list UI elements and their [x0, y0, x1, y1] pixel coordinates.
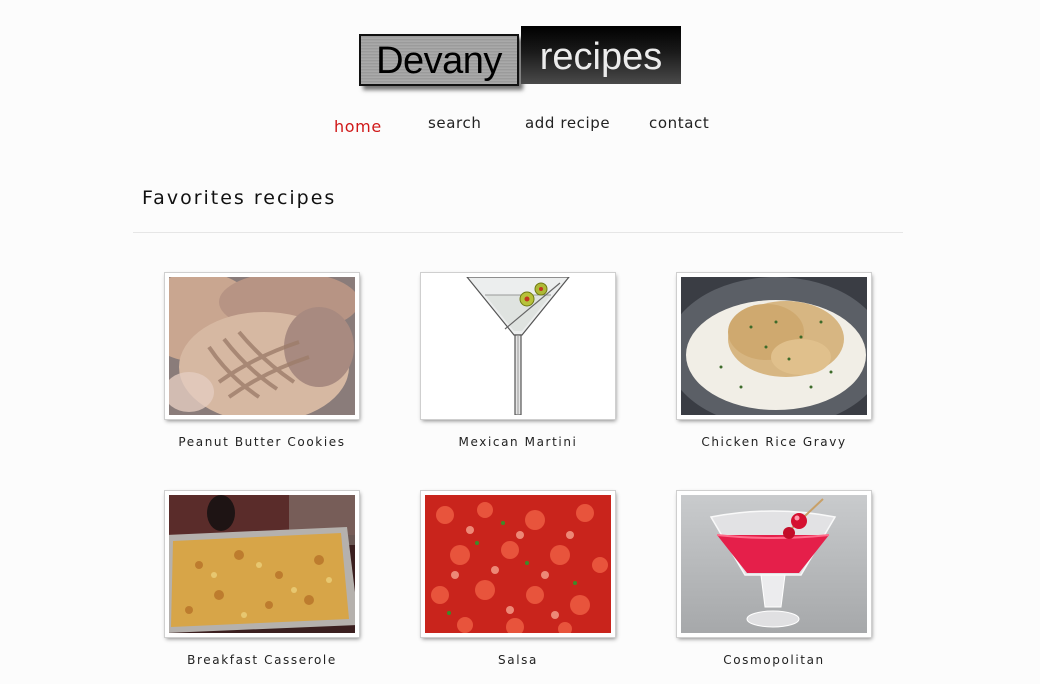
- recipe-title[interactable]: Mexican Martini: [391, 435, 645, 449]
- nav-contact-link[interactable]: contact: [649, 114, 709, 132]
- cosmopolitan-image: [681, 495, 867, 633]
- recipe-thumbnail-chicken-rice-gravy[interactable]: [677, 273, 871, 419]
- recipe-thumbnail-breakfast-casserole[interactable]: [165, 491, 359, 637]
- section-divider: [133, 232, 903, 233]
- recipe-title[interactable]: Peanut Butter Cookies: [135, 435, 389, 449]
- breakfast-casserole-image: [169, 495, 355, 633]
- nav-home-link[interactable]: home: [334, 117, 382, 136]
- recipe-title[interactable]: Salsa: [391, 653, 645, 667]
- nav-search-link[interactable]: search: [428, 114, 481, 132]
- recipe-thumbnail-peanut-butter-cookies[interactable]: [165, 273, 359, 419]
- peanut-butter-cookies-image: [169, 277, 355, 415]
- page: Devany recipes home search add recipe co…: [0, 0, 1040, 684]
- chicken-rice-gravy-image: [681, 277, 867, 415]
- recipe-thumbnail-mexican-martini[interactable]: [421, 273, 615, 419]
- logo-recipes-text: recipes: [521, 26, 681, 84]
- recipe-title[interactable]: Cosmopolitan: [647, 653, 901, 667]
- mexican-martini-image: [425, 277, 611, 415]
- recipe-title[interactable]: Chicken Rice Gravy: [647, 435, 901, 449]
- recipe-thumbnail-salsa[interactable]: [421, 491, 615, 637]
- salsa-image: [425, 495, 611, 633]
- recipe-thumbnail-cosmopolitan[interactable]: [677, 491, 871, 637]
- logo-devany-text: Devany: [359, 34, 519, 86]
- site-logo[interactable]: Devany recipes: [359, 26, 681, 88]
- main-nav: home search add recipe contact: [0, 114, 1040, 138]
- section-title: Favorites recipes: [142, 187, 337, 209]
- recipe-title[interactable]: Breakfast Casserole: [135, 653, 389, 667]
- nav-add-recipe-link[interactable]: add recipe: [525, 114, 610, 132]
